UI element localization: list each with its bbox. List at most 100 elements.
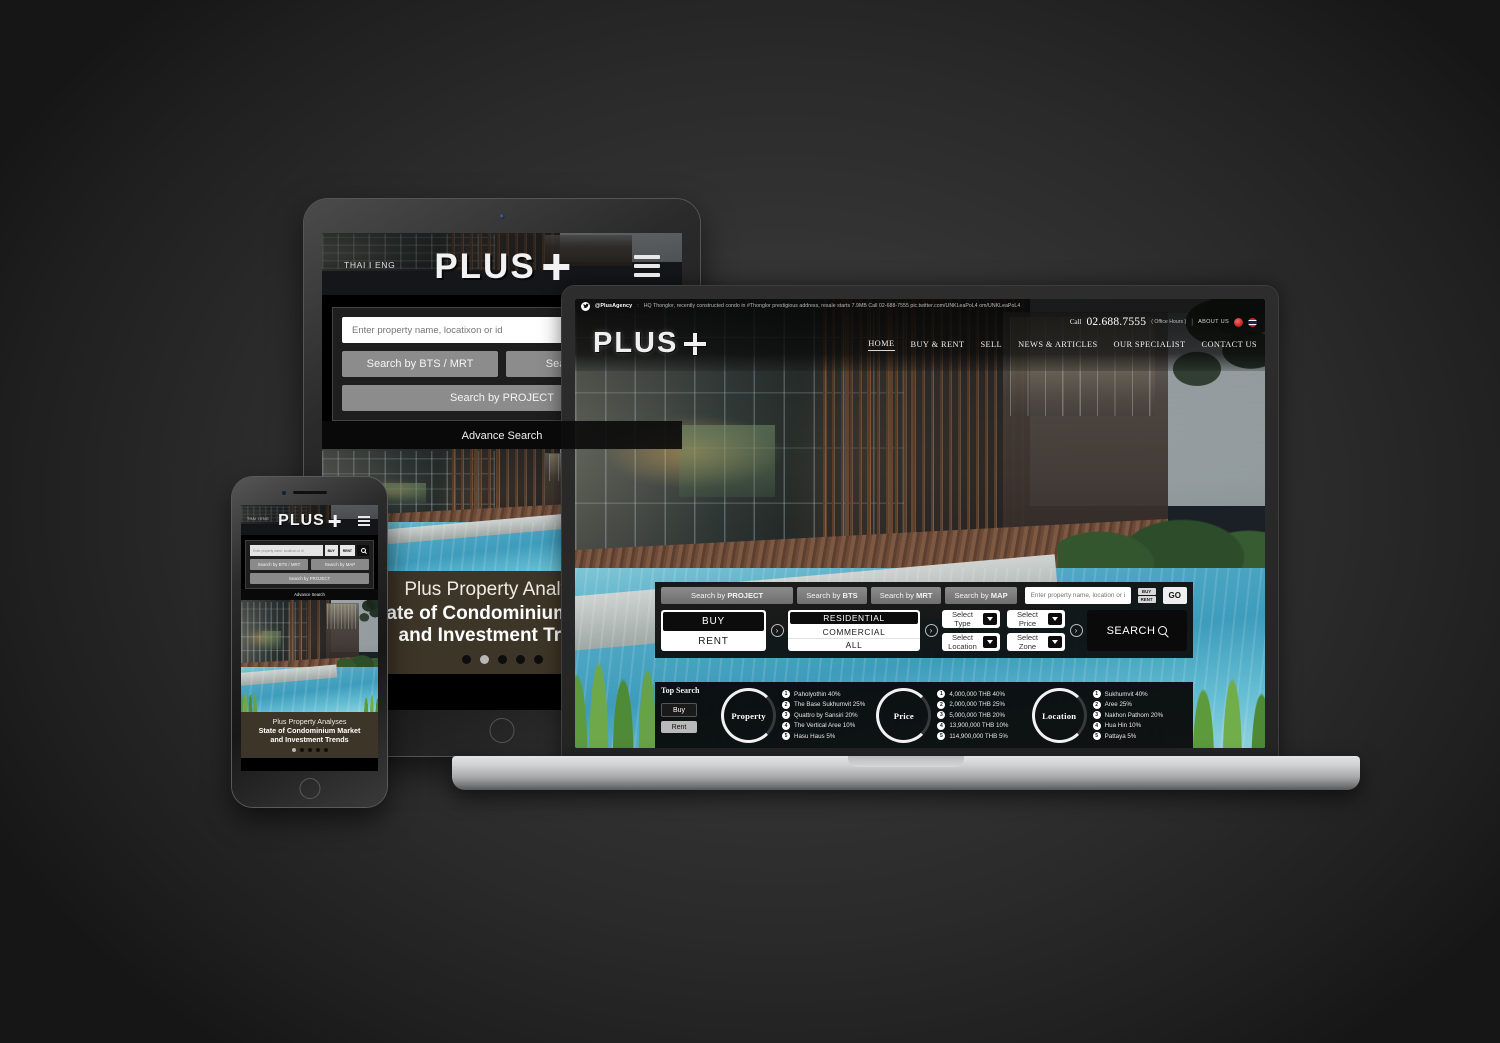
nav-item-sell[interactable]: SELL bbox=[980, 340, 1002, 351]
tablet-advance-search-link[interactable]: Advance Search bbox=[322, 421, 682, 449]
phone-screen: THAI I ENG PLUS Enter property name, loc… bbox=[241, 505, 378, 771]
magnifier-icon bbox=[360, 548, 366, 553]
list-item[interactable]: 1 Paholyothin 40% bbox=[782, 690, 876, 698]
select-type-dropdown[interactable]: Select Type bbox=[942, 610, 1000, 628]
list-item[interactable]: 3 Nakhon Pathom 20% bbox=[1092, 711, 1187, 719]
search-button[interactable]: SEARCH bbox=[1087, 610, 1187, 651]
category-option-commercial[interactable]: COMMERCIAL bbox=[788, 626, 920, 639]
twitter-handle[interactable]: @PlusAgency bbox=[595, 303, 632, 309]
select-type-label: Select Type bbox=[951, 610, 974, 628]
about-us-link[interactable]: ABOUT US bbox=[1198, 319, 1229, 325]
tab-search-by-bts[interactable]: Search by BTS bbox=[797, 587, 867, 604]
phone-search-by-map-button[interactable]: Search by MAP bbox=[311, 559, 369, 570]
flag-english-icon[interactable] bbox=[1234, 317, 1243, 327]
hamburger-menu-icon[interactable] bbox=[634, 255, 660, 282]
price-ring-label: Price bbox=[893, 710, 914, 721]
tab-search-by-mrt[interactable]: Search by MRT bbox=[870, 587, 942, 604]
buy-rent-toggle[interactable]: BUY RENT bbox=[1137, 587, 1156, 604]
search-input[interactable] bbox=[1030, 592, 1125, 599]
phone-logo[interactable]: PLUS bbox=[278, 512, 341, 530]
chevron-right-icon: › bbox=[1069, 624, 1083, 637]
phone-search-by-bts-mrt-button[interactable]: Search by BTS / MRT bbox=[250, 559, 308, 570]
select-location-dropdown[interactable]: Select Location bbox=[942, 633, 1000, 651]
chevron-down-icon[interactable] bbox=[1048, 636, 1062, 648]
nav-item-home[interactable]: HOME bbox=[868, 339, 895, 351]
select-zone-dropdown[interactable]: Select Zone bbox=[1007, 633, 1065, 651]
tablet-logo-word: PLUS bbox=[434, 247, 536, 286]
carousel-dot[interactable] bbox=[307, 748, 312, 753]
phone-language-switcher[interactable]: THAI I ENG bbox=[247, 517, 269, 521]
phone-number[interactable]: 02.688.7555 bbox=[1086, 316, 1146, 328]
category-group: RESIDENTIAL COMMERCIAL ALL bbox=[788, 610, 920, 651]
list-item[interactable]: 5 114,900,000 THB 5% bbox=[937, 732, 1031, 740]
phone-header: THAI I ENG PLUS bbox=[241, 505, 378, 535]
list-item[interactable]: 3 5,000,000 THB 20% bbox=[937, 711, 1031, 719]
deal-option-rent[interactable]: RENT bbox=[661, 633, 766, 652]
carousel-dot[interactable] bbox=[315, 748, 320, 753]
phone-advance-search-link[interactable]: Advance Search bbox=[241, 589, 378, 600]
tab-keyword: MRT bbox=[916, 591, 933, 600]
list-item[interactable]: 4 13,900,000 THB 10% bbox=[937, 721, 1031, 730]
chevron-down-icon[interactable] bbox=[983, 636, 997, 648]
tablet-logo[interactable]: PLUS bbox=[434, 247, 570, 287]
buy-toggle-option[interactable]: BUY bbox=[1137, 587, 1156, 595]
phone-rent-toggle[interactable]: RENT bbox=[339, 545, 355, 556]
top-search-rent-button[interactable]: Rent bbox=[661, 721, 697, 733]
flag-thai-icon[interactable] bbox=[1248, 317, 1257, 327]
carousel-dot-active[interactable] bbox=[291, 748, 296, 753]
select-location-label: Select Location bbox=[948, 633, 977, 651]
hamburger-menu-icon[interactable] bbox=[358, 516, 370, 529]
chevron-down-icon[interactable] bbox=[1048, 613, 1062, 625]
site-logo[interactable]: PLUS bbox=[593, 327, 707, 360]
list-item[interactable]: 4 The Vertical Aree 10% bbox=[782, 721, 876, 730]
carousel-dot[interactable] bbox=[299, 748, 304, 753]
list-item[interactable]: 3 Quattro by Sansiri 20% bbox=[782, 711, 876, 719]
tab-search-by-map[interactable]: Search by MAP bbox=[945, 587, 1017, 604]
list-item[interactable]: 2 The Base Sukhumvit 25% bbox=[782, 700, 876, 709]
laptop-screen: @PlusAgency : HQ Thonglor, recently cons… bbox=[575, 299, 1265, 748]
phone-speaker bbox=[292, 491, 327, 494]
category-option-all[interactable]: ALL bbox=[788, 639, 920, 651]
nav-item-contact-us[interactable]: CONTACT US bbox=[1201, 340, 1257, 351]
search-input-wrapper[interactable] bbox=[1024, 587, 1131, 604]
nav-item-buy-and-rent[interactable]: BUY & RENT bbox=[911, 340, 965, 351]
phone-home-button[interactable] bbox=[299, 778, 320, 799]
carousel-dot[interactable] bbox=[323, 748, 328, 753]
office-hours-label: ( Office Hours ) bbox=[1151, 319, 1187, 325]
phone-buy-toggle[interactable]: BUY bbox=[324, 545, 338, 556]
chevron-right-icon: › bbox=[770, 624, 784, 637]
list-item[interactable]: 5 Pattaya 5% bbox=[1092, 732, 1187, 740]
phone-search-box: Enter property name, locatixon or id BUY… bbox=[245, 540, 374, 589]
chevron-down-icon[interactable] bbox=[983, 613, 997, 625]
property-rank-list: 1 Paholyothin 40% 2 The Base Sukhumvit 2… bbox=[782, 688, 876, 743]
list-item[interactable]: 2 2,000,000 THB 25% bbox=[937, 700, 1031, 709]
tab-search-by-project[interactable]: Search by PROJECT bbox=[661, 587, 794, 604]
step-separator-1: › bbox=[766, 610, 788, 651]
phone-carousel-dots[interactable] bbox=[245, 748, 374, 753]
rank-badge: 4 bbox=[1092, 721, 1101, 730]
step-separator-3: › bbox=[1065, 610, 1087, 651]
list-item[interactable]: 4 Hua Hin 10% bbox=[1092, 721, 1187, 730]
phone-search-submit-button[interactable] bbox=[357, 545, 369, 556]
rank-badge: 3 bbox=[1092, 711, 1101, 719]
deal-type-group: BUY RENT bbox=[661, 610, 766, 651]
select-price-dropdown[interactable]: Select Price bbox=[1007, 610, 1065, 628]
go-button[interactable]: GO bbox=[1162, 587, 1187, 604]
category-option-residential[interactable]: RESIDENTIAL bbox=[790, 612, 918, 624]
list-item[interactable]: 1 Sukhumvit 40% bbox=[1092, 690, 1187, 698]
top-search-buy-button[interactable]: Buy bbox=[661, 703, 697, 717]
utility-divider: | bbox=[1191, 318, 1194, 326]
list-item[interactable]: 1 4,000,000 THB 40% bbox=[937, 690, 1031, 698]
phone-banner-line3: and Investment Trends bbox=[270, 734, 349, 744]
phone-search-by-project-button[interactable]: Search by PROJECT bbox=[250, 573, 369, 584]
list-item[interactable]: 5 Hasu Haus 5% bbox=[782, 732, 876, 740]
phone-search-input[interactable]: Enter property name, locatixon or id bbox=[250, 545, 323, 556]
rank-badge: 2 bbox=[1092, 700, 1101, 709]
list-item[interactable]: 2 Aree 25% bbox=[1092, 700, 1187, 709]
rank-badge: 1 bbox=[1092, 690, 1101, 698]
nav-item-news-and-articles[interactable]: NEWS & ARTICLES bbox=[1018, 340, 1097, 351]
deal-option-buy[interactable]: BUY bbox=[663, 612, 764, 631]
rent-toggle-option[interactable]: RENT bbox=[1137, 596, 1156, 604]
tablet-language-switcher[interactable]: THAI I ENG bbox=[344, 260, 395, 270]
nav-item-our-specialist[interactable]: OUR SPECIALIST bbox=[1114, 340, 1186, 351]
